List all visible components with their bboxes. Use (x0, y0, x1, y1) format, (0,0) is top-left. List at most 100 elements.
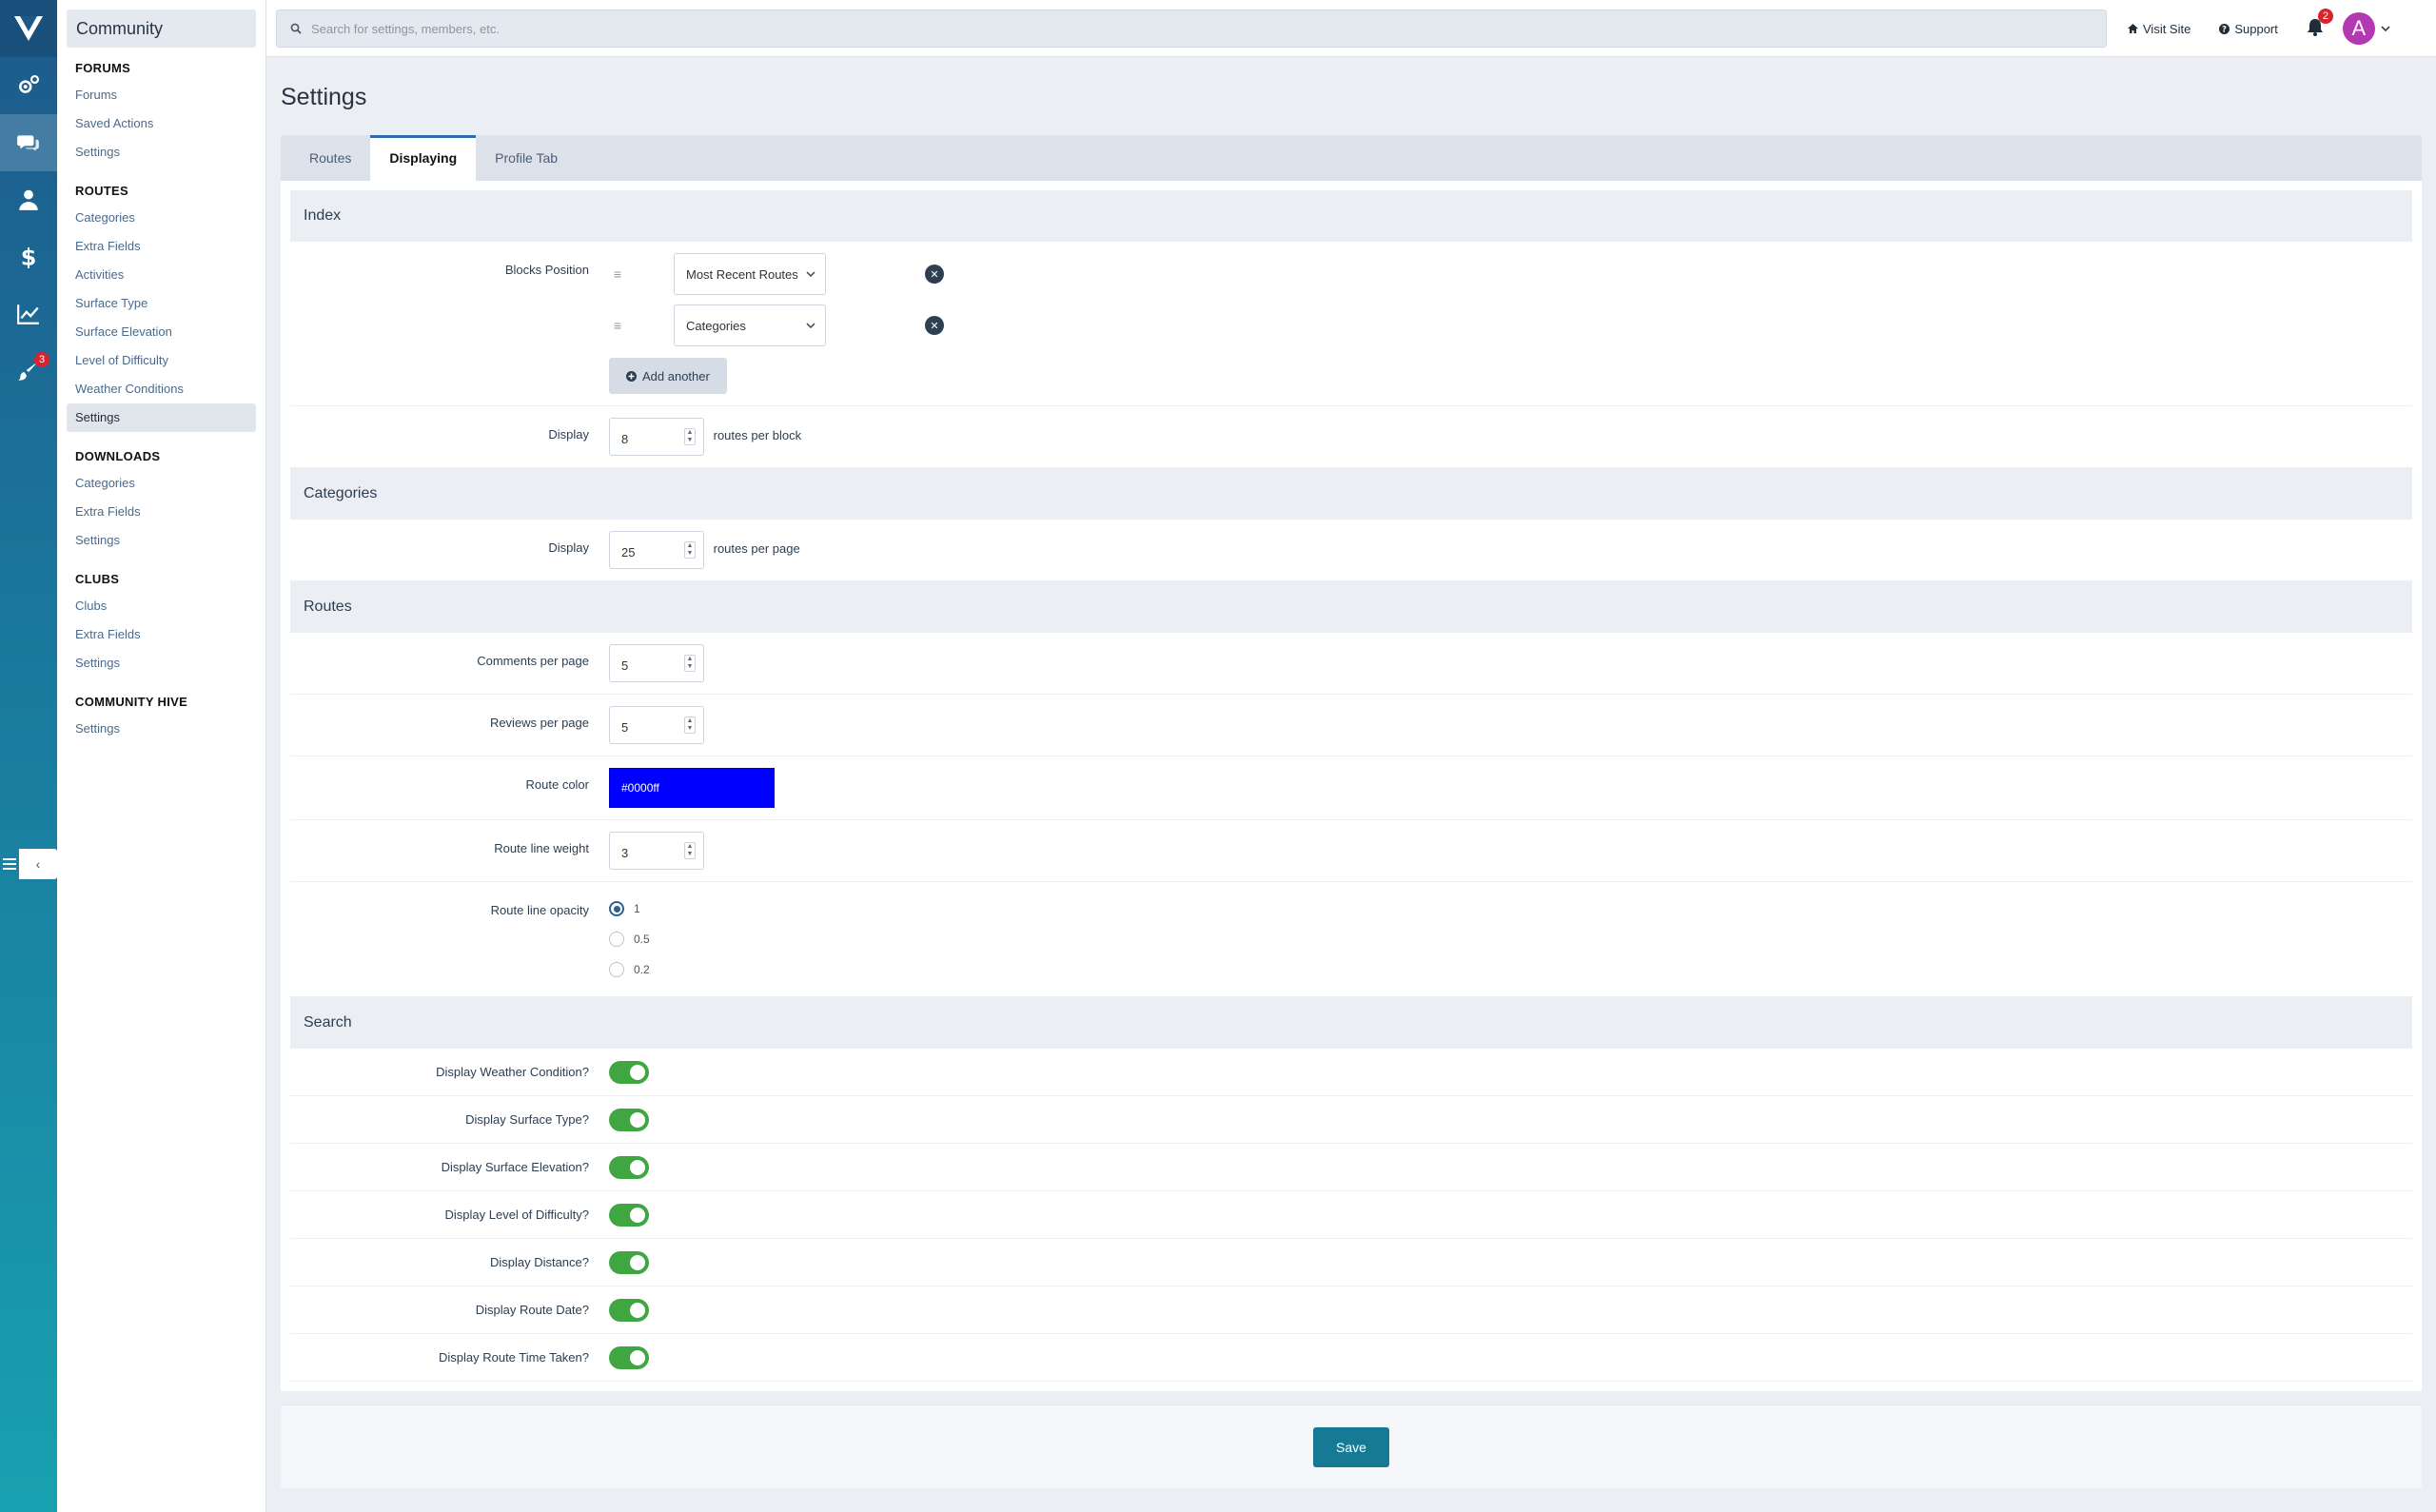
logo-icon (14, 16, 43, 41)
tab-displaying[interactable]: Displaying (370, 135, 477, 181)
route-line-weight-row: Route line weight 3 ▲ ▼ (290, 820, 2412, 882)
rail-statistics[interactable] (0, 285, 57, 343)
customization-badge: 3 (34, 352, 49, 367)
sidebar-item-extra-fields[interactable]: Extra Fields (67, 498, 256, 526)
blocks-position-row: Blocks Position ≡ Most Recent Routes ✕ ≡… (290, 242, 2412, 406)
rail-members[interactable] (0, 171, 57, 228)
chevron-down-icon (806, 271, 815, 277)
section-header-search: Search (290, 997, 2412, 1049)
notifications-button[interactable]: 2 (2307, 9, 2333, 39)
svg-text:$: $ (21, 245, 37, 269)
toggle-switch[interactable] (609, 1298, 649, 1322)
sidebar-item-weather-conditions[interactable]: Weather Conditions (67, 375, 256, 403)
search-toggle-row: Display Surface Elevation? (290, 1144, 2412, 1191)
sidebar-item-settings[interactable]: Settings (67, 138, 256, 167)
categories-display-suffix: routes per page (713, 541, 800, 557)
search-toggle-row: Display Route Date? (290, 1286, 2412, 1334)
chevron-left-icon[interactable]: ‹ (19, 849, 57, 879)
sidebar-item-extra-fields[interactable]: Extra Fields (67, 232, 256, 261)
sidebar-item-categories[interactable]: Categories (67, 204, 256, 232)
sidebar-item-surface-elevation[interactable]: Surface Elevation (67, 318, 256, 346)
toggle-switch[interactable] (609, 1203, 649, 1227)
index-display-stepper[interactable]: 8 ▲ ▼ (609, 418, 704, 456)
section-header-categories: Categories (290, 468, 2412, 520)
toggle-switch[interactable] (609, 1345, 649, 1369)
toggle-switch[interactable] (609, 1250, 649, 1274)
logo[interactable] (0, 0, 57, 57)
opacity-radio[interactable]: 0.5 (609, 924, 2412, 954)
visit-site-label: Visit Site (2143, 21, 2191, 36)
support-link[interactable]: ? Support (2219, 22, 2278, 36)
toggle-switch[interactable] (609, 1060, 649, 1084)
sidebar-item-settings[interactable]: Settings (67, 403, 256, 432)
drag-handle-icon[interactable]: ≡ (609, 266, 626, 282)
sidebar-item-settings[interactable]: Settings (67, 715, 256, 743)
search-toggle-row: Display Level of Difficulty? (290, 1191, 2412, 1239)
drag-handle-icon[interactable]: ≡ (609, 318, 626, 333)
sidebar-section-title: ROUTES (75, 184, 128, 198)
rail-community[interactable] (0, 114, 57, 171)
add-another-button[interactable]: Add another (609, 358, 727, 394)
line-chart-icon (17, 304, 39, 324)
opacity-radio[interactable]: 1 (609, 893, 2412, 924)
sidebar-collapse[interactable]: ‹ (0, 849, 57, 879)
tab-routes[interactable]: Routes (290, 135, 370, 181)
notifications-badge: 2 (2317, 9, 2333, 24)
sidebar-item-clubs[interactable]: Clubs (67, 592, 256, 620)
svg-text:?: ? (2222, 25, 2227, 33)
rail-customization[interactable]: 3 (0, 343, 57, 400)
block-select-1[interactable]: Most Recent Routes (674, 253, 826, 295)
tab-profile-tab[interactable]: Profile Tab (476, 135, 577, 181)
spinner-icon[interactable]: ▲ ▼ (684, 428, 696, 445)
section-header-routes: Routes (290, 581, 2412, 633)
sidebar-item-settings[interactable]: Settings (67, 649, 256, 677)
sidebar-item-level-of-difficulty[interactable]: Level of Difficulty (67, 346, 256, 375)
visit-site-link[interactable]: Visit Site (2128, 22, 2190, 36)
sidebar-item-saved-actions[interactable]: Saved Actions (67, 109, 256, 138)
search-toggles: Display Weather Condition? Display Surfac… (290, 1049, 2412, 1382)
sidebar-item-extra-fields[interactable]: Extra Fields (67, 620, 256, 649)
stepper-value: 25 (621, 544, 636, 560)
sidebar-item-settings[interactable]: Settings (67, 526, 256, 555)
rail-commerce[interactable]: $ (0, 228, 57, 285)
index-display-row: Display 8 ▲ ▼ routes per block (290, 406, 2412, 468)
route-color-picker[interactable]: #0000ff (609, 768, 775, 808)
dollar-icon: $ (21, 245, 37, 269)
reviews-per-page-stepper[interactable]: 5 ▲ ▼ (609, 706, 704, 744)
app-title[interactable]: Community (67, 10, 256, 48)
spinner-icon[interactable]: ▲ ▼ (684, 541, 696, 559)
spinner-icon[interactable]: ▲ ▼ (684, 842, 696, 859)
search-toggle-label: Display Level of Difficulty? (444, 1208, 590, 1222)
avatar[interactable]: A (2342, 12, 2375, 45)
search-input[interactable] (311, 21, 1946, 36)
radio-circle-icon[interactable] (609, 901, 624, 916)
sidebar-item-activities[interactable]: Activities (67, 261, 256, 289)
categories-display-label: Display (548, 540, 589, 555)
rail-system[interactable] (0, 57, 57, 114)
block-select-2[interactable]: Categories (674, 304, 826, 346)
spinner-icon[interactable]: ▲ ▼ (684, 717, 696, 734)
add-another-label: Add another (642, 368, 710, 383)
stepper-value: 3 (621, 845, 629, 860)
comments-per-page-stepper[interactable]: 5 ▲ ▼ (609, 644, 704, 682)
opacity-radio[interactable]: 0.2 (609, 954, 2412, 985)
toggle-switch[interactable] (609, 1108, 649, 1131)
sidebar-item-forums[interactable]: Forums (67, 81, 256, 109)
radio-circle-icon[interactable] (609, 962, 624, 977)
categories-display-stepper[interactable]: 25 ▲ ▼ (609, 531, 704, 569)
sidebar-item-surface-type[interactable]: Surface Type (67, 289, 256, 318)
opacity-radio-label: 0.5 (634, 933, 650, 946)
radio-circle-icon[interactable] (609, 932, 624, 947)
sidebar-item-categories[interactable]: Categories (67, 469, 256, 498)
remove-block-icon[interactable]: ✕ (925, 265, 944, 284)
block-select-value: Categories (686, 318, 746, 333)
remove-block-icon[interactable]: ✕ (925, 316, 944, 335)
search-toggle-row: Display Route Time Taken? (290, 1334, 2412, 1382)
spinner-icon[interactable]: ▲ ▼ (684, 655, 696, 672)
search-bar[interactable] (276, 10, 2107, 48)
toggle-switch[interactable] (609, 1155, 649, 1179)
settings-panel: Index Blocks Position ≡ Most Recent Rout… (281, 181, 2422, 1391)
save-button[interactable]: Save (1313, 1426, 1389, 1467)
route-line-weight-stepper[interactable]: 3 ▲ ▼ (609, 832, 704, 870)
chevron-down-icon[interactable] (2381, 26, 2390, 31)
